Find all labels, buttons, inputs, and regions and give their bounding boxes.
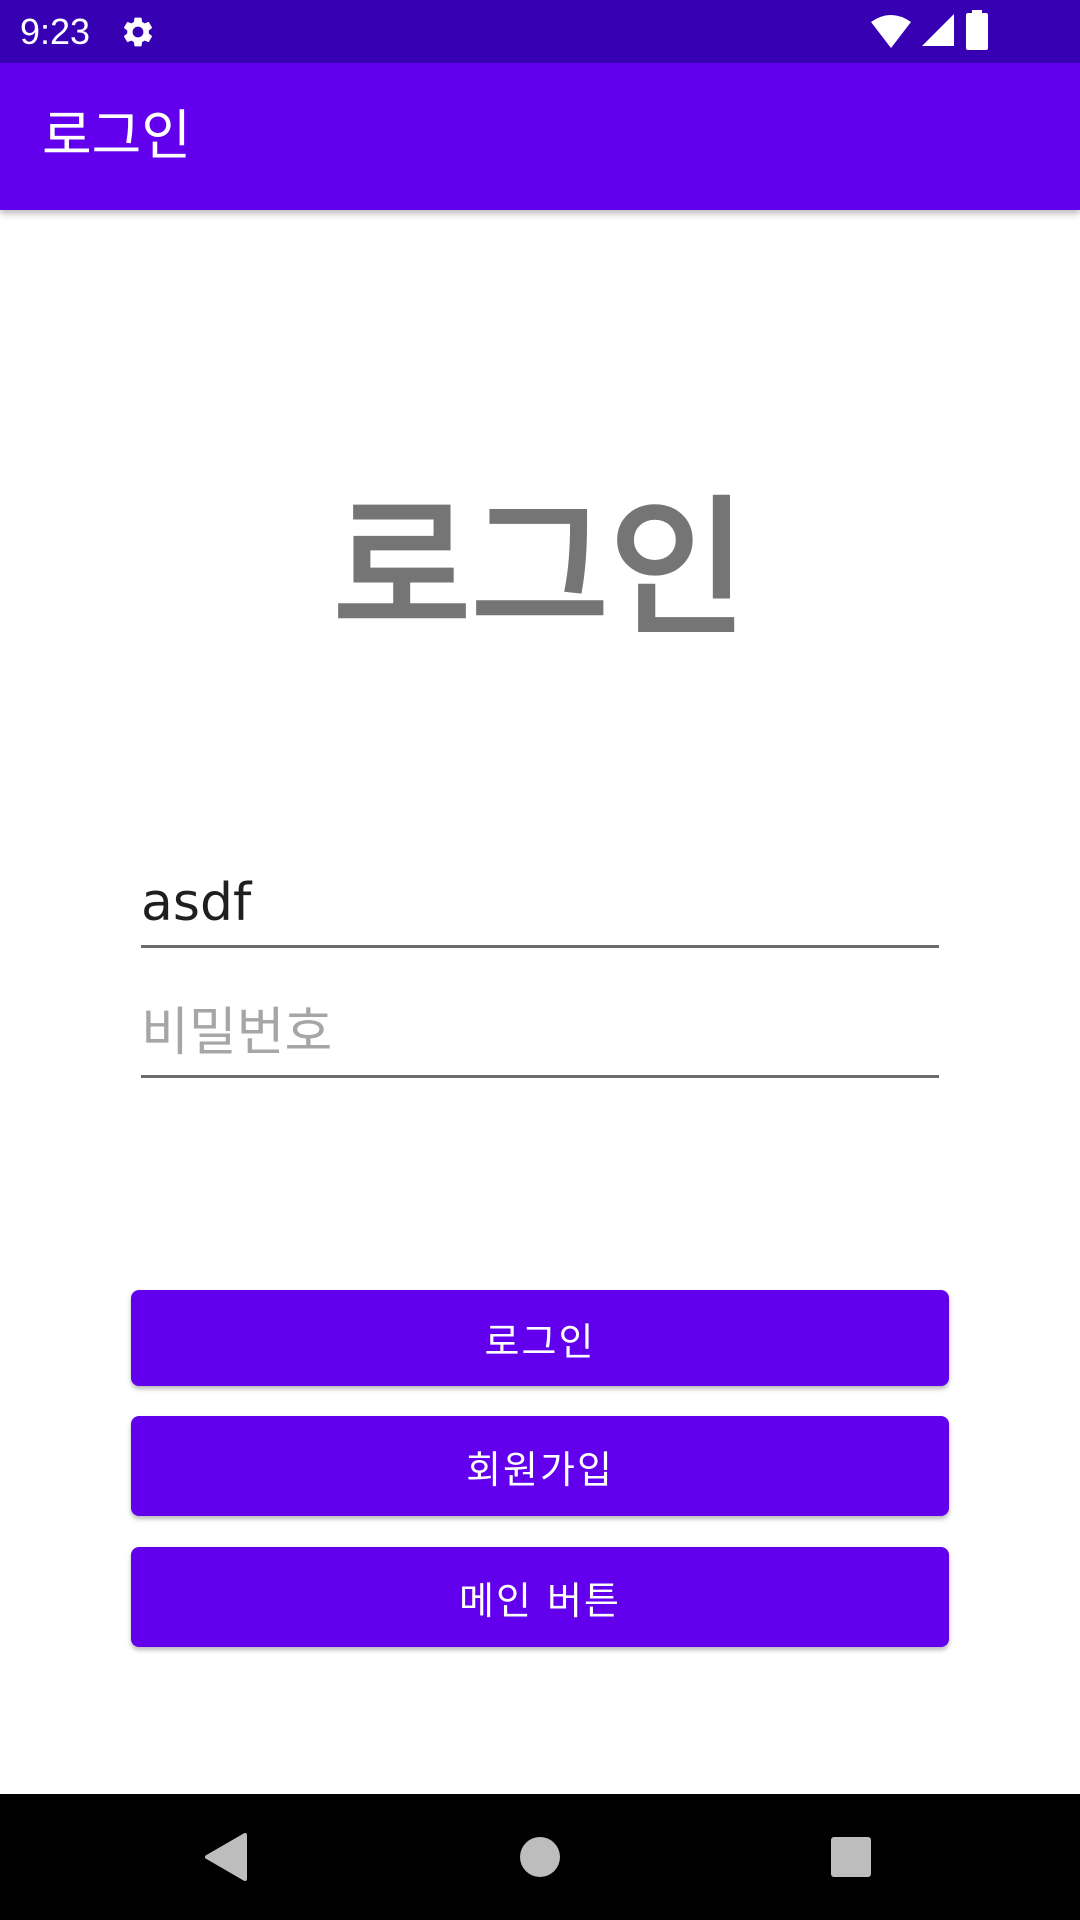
recents-button[interactable] bbox=[790, 1794, 910, 1920]
status-icons bbox=[860, 0, 1080, 63]
gear-icon bbox=[123, 17, 153, 47]
home-icon bbox=[520, 1837, 560, 1877]
username-field-container bbox=[141, 860, 939, 950]
status-time: 9:23 bbox=[20, 11, 91, 52]
password-field-container bbox=[141, 990, 939, 1080]
signal-icon bbox=[922, 14, 954, 46]
navigation-bar bbox=[0, 1794, 1080, 1920]
app-bar-title: 로그인 bbox=[42, 104, 192, 167]
status-bar: 9:23 bbox=[0, 0, 1080, 63]
recents-icon bbox=[831, 1837, 871, 1877]
app-bar: 로그인 bbox=[0, 63, 1080, 210]
username-input[interactable] bbox=[141, 860, 939, 948]
back-icon bbox=[205, 1833, 247, 1881]
battery-icon bbox=[966, 10, 988, 50]
home-button[interactable] bbox=[480, 1794, 600, 1920]
back-button[interactable] bbox=[165, 1794, 285, 1920]
password-input[interactable] bbox=[141, 990, 939, 1078]
wifi-icon bbox=[871, 15, 911, 48]
page-title: 로그인 bbox=[332, 483, 747, 657]
signup-button[interactable]: 회원가입 bbox=[131, 1416, 949, 1516]
login-button[interactable]: 로그인 bbox=[131, 1290, 949, 1386]
main-button[interactable]: 메인 버튼 bbox=[131, 1547, 949, 1647]
